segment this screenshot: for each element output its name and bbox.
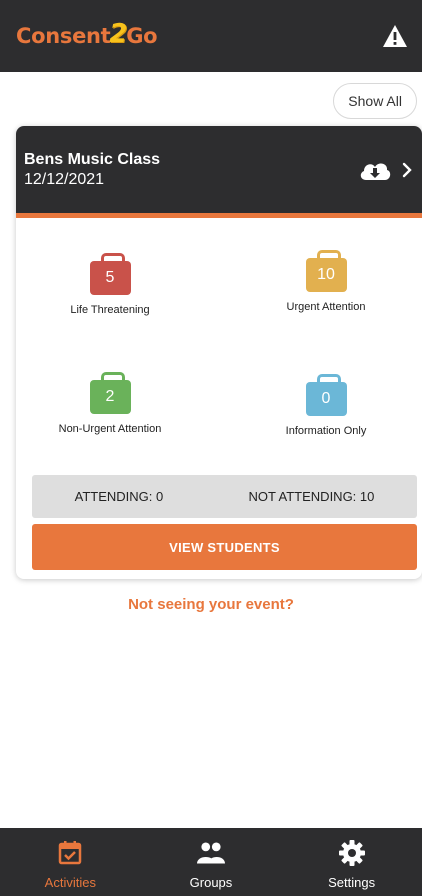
logo-text-consent: Consent <box>16 24 111 48</box>
chevron-right-icon[interactable] <box>402 162 412 178</box>
app-logo: Consent 2 Go <box>16 19 158 51</box>
category-count: 10 <box>317 266 335 283</box>
logo-text-go: Go <box>126 24 158 48</box>
first-aid-kit-icon: 5 <box>89 253 131 295</box>
first-aid-kit-icon: 0 <box>305 374 347 416</box>
nav-label: Groups <box>189 875 233 890</box>
category-life-threatening[interactable]: 5 Life Threatening <box>30 253 190 316</box>
app-header: Consent 2 Go <box>0 0 422 72</box>
category-count: 0 <box>321 390 331 407</box>
category-non-urgent-attention[interactable]: 2 Non-Urgent Attention <box>30 372 190 435</box>
event-actions <box>358 158 412 182</box>
view-students-button[interactable]: VIEW STUDENTS <box>32 524 417 570</box>
category-count: 5 <box>105 269 115 286</box>
people-icon <box>196 842 225 864</box>
category-information-only[interactable]: 0 Information Only <box>246 374 406 437</box>
bottom-nav: Activities Groups Settings <box>0 828 422 896</box>
show-all-button[interactable]: Show All <box>333 83 417 119</box>
gear-icon <box>338 840 365 866</box>
nav-groups[interactable]: Groups <box>161 839 261 890</box>
not-seeing-event-link[interactable]: Not seeing your event? <box>0 596 422 613</box>
category-label: Urgent Attention <box>286 301 366 313</box>
event-header[interactable]: Bens Music Class 12/12/2021 <box>16 126 422 218</box>
calendar-check-icon <box>59 841 82 865</box>
nav-settings[interactable]: Settings <box>302 839 402 890</box>
attending-count: ATTENDING: 0 <box>74 489 164 504</box>
attendance-bar: ATTENDING: 0 NOT ATTENDING: 10 <box>32 475 417 518</box>
event-card: Bens Music Class 12/12/2021 5 Life Threa… <box>16 126 422 579</box>
category-label: Non-Urgent Attention <box>58 423 162 435</box>
nav-label: Settings <box>328 875 376 890</box>
first-aid-kit-icon: 10 <box>305 250 347 292</box>
nav-activities[interactable]: Activities <box>20 839 120 890</box>
event-info: Bens Music Class 12/12/2021 <box>24 150 160 190</box>
event-date: 12/12/2021 <box>24 170 105 188</box>
not-attending-count: NOT ATTENDING: 10 <box>248 489 375 504</box>
cloud-download-icon[interactable] <box>358 158 392 182</box>
category-label: Life Threatening <box>70 304 150 316</box>
event-title: Bens Music Class <box>24 150 161 168</box>
category-label: Information Only <box>285 425 367 437</box>
category-count: 2 <box>105 388 115 405</box>
logo-text-two: 2 <box>109 19 128 49</box>
warning-triangle-icon[interactable] <box>382 24 408 48</box>
first-aid-kit-icon: 2 <box>89 372 131 414</box>
category-urgent-attention[interactable]: 10 Urgent Attention <box>246 250 406 313</box>
nav-label: Activities <box>44 875 96 890</box>
